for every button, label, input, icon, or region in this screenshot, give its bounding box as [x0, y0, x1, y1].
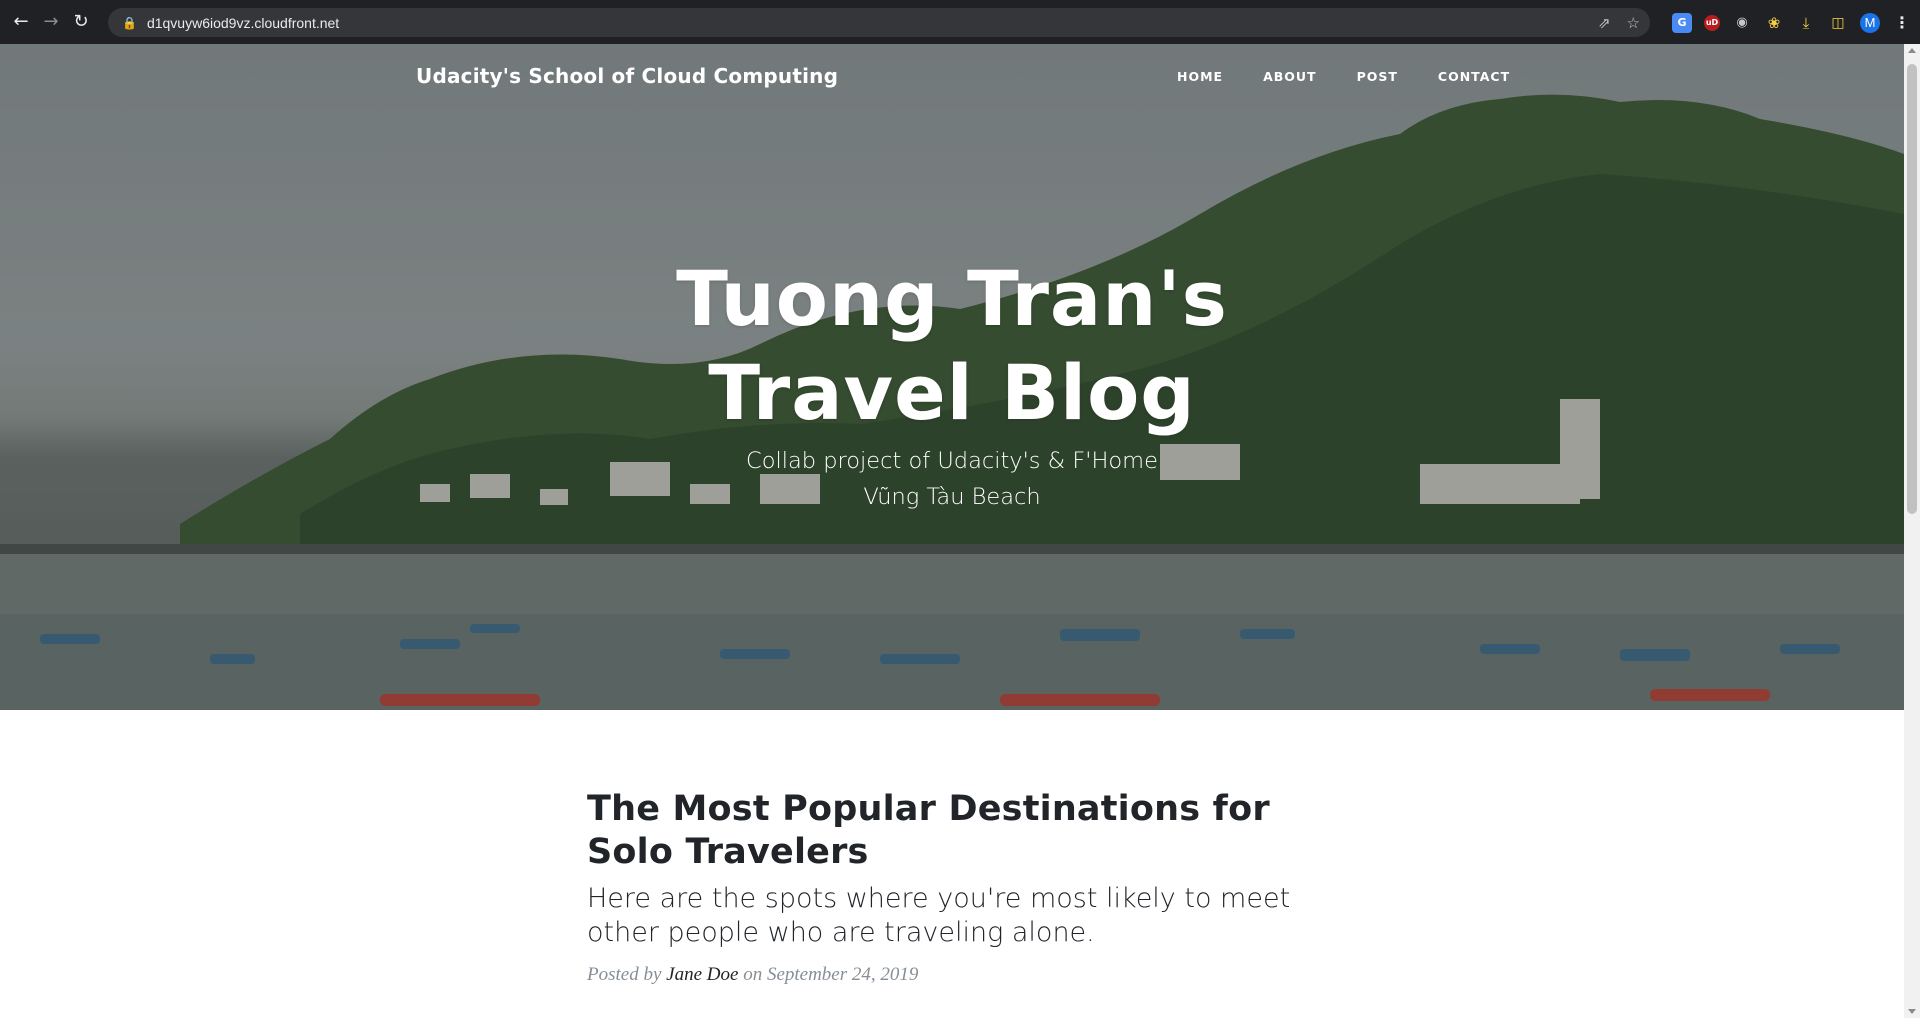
download-icon[interactable]: ⤓	[1796, 13, 1816, 33]
brand-link[interactable]: Udacity's School of Cloud Computing	[416, 64, 838, 88]
scroll-up-icon[interactable]	[1908, 48, 1916, 53]
kebab-menu-icon[interactable]: ⋮	[1892, 13, 1912, 33]
nav-menu: HOME ABOUT POST CONTACT	[1177, 69, 1510, 84]
nav-home-link[interactable]: HOME	[1177, 69, 1223, 84]
nav-post-link[interactable]: POST	[1357, 69, 1398, 84]
post-link[interactable]: The Most Popular Destinations for Solo T…	[587, 788, 1327, 950]
lens-icon[interactable]: ◉	[1732, 13, 1752, 33]
page-title: Tuong Tran's Travel Blog	[676, 254, 1228, 437]
ublock-icon[interactable]: uD	[1704, 14, 1720, 31]
scrollbar-thumb[interactable]	[1907, 64, 1917, 514]
post-meta: Posted by Jane Doe on September 24, 2019	[587, 964, 1327, 986]
lock-icon[interactable]: 🔒	[122, 16, 137, 30]
post-date: September 24, 2019	[766, 964, 919, 985]
subheading-line-1: Collab project of Udacity's & F'Home	[746, 448, 1158, 474]
address-bar[interactable]: 🔒 d1qvuyw6iod9vz.cloudfront.net ⇗ ☆	[108, 8, 1650, 37]
post-title[interactable]: The Most Popular Destinations for Solo T…	[587, 788, 1327, 874]
nav-contact-link[interactable]: CONTACT	[1438, 69, 1510, 84]
url-text[interactable]: d1qvuyw6iod9vz.cloudfront.net	[147, 15, 339, 31]
hero-banner: Udacity's School of Cloud Computing HOME…	[0, 44, 1904, 710]
author-link[interactable]: Jane Doe	[666, 964, 738, 985]
side-panel-icon[interactable]: ◫	[1828, 13, 1848, 33]
site-navbar: Udacity's School of Cloud Computing HOME…	[0, 44, 1904, 110]
post-preview: The Most Popular Destinations for Solo T…	[587, 788, 1327, 986]
reload-icon[interactable]: ↻	[66, 7, 96, 37]
forward-icon[interactable]: →	[36, 7, 66, 37]
back-icon[interactable]: ←	[6, 7, 36, 37]
browser-toolbar: ← → ↻ 🔒 d1qvuyw6iod9vz.cloudfront.net ⇗ …	[0, 0, 1920, 44]
scroll-down-icon[interactable]	[1908, 1009, 1916, 1014]
meta-prefix: Posted by	[587, 964, 662, 985]
meta-on: on	[743, 964, 763, 985]
translate-icon[interactable]: G	[1672, 12, 1692, 33]
page-subheading: Collab project of Udacity's & F'Home Vũn…	[652, 443, 1252, 515]
share-icon[interactable]: ⇗	[1598, 14, 1611, 32]
subheading-line-2: Vũng Tàu Beach	[863, 484, 1041, 510]
puzzle-icon[interactable]: ❀	[1764, 13, 1784, 33]
profile-avatar[interactable]: M	[1860, 12, 1880, 33]
page-scrollbar[interactable]	[1904, 44, 1920, 1018]
post-subtitle[interactable]: Here are the spots where you're most lik…	[587, 882, 1327, 950]
star-icon[interactable]: ☆	[1627, 14, 1640, 32]
nav-about-link[interactable]: ABOUT	[1263, 69, 1317, 84]
